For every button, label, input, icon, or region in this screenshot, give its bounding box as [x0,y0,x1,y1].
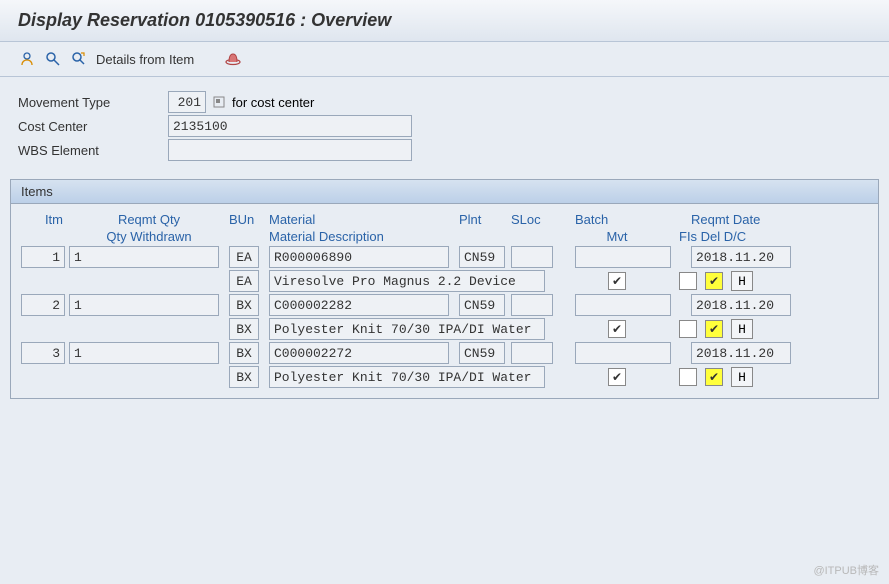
wbs-element-label: WBS Element [18,143,168,158]
qty-field[interactable] [69,342,219,364]
qty-field[interactable] [69,294,219,316]
cost-center-label: Cost Center [18,119,168,134]
table-row [21,342,868,364]
hat-icon[interactable] [224,50,242,68]
batch-field[interactable] [575,342,671,364]
reqmt-date-field[interactable] [691,342,791,364]
table-row: ✔ ✔ H [21,270,868,292]
column-header-row-2: Qty Withdrawn Material Description Mvt F… [21,229,868,244]
items-panel-title: Items [11,180,878,204]
wbs-element-field[interactable] [168,139,412,161]
col-itm: Itm [21,212,69,227]
dc-button[interactable]: H [731,319,753,339]
user-icon[interactable] [18,50,36,68]
items-grid: Itm Reqmt Qty BUn Material Plnt SLoc Bat… [11,204,878,398]
col-fis-del-dc: FIs Del D/C [671,229,781,244]
col-reqmt-date: Reqmt Date [683,212,793,227]
qty-field[interactable] [69,246,219,268]
table-row: ✔ ✔ H [21,366,868,388]
material-field[interactable] [269,294,449,316]
del-checkbox[interactable]: ✔ [705,368,723,386]
toolbar: Details from Item [0,42,889,77]
col-plnt: Plnt [459,212,511,227]
bun2-field[interactable] [229,270,259,292]
sloc-field[interactable] [511,342,553,364]
material-desc-field[interactable] [269,270,545,292]
bun2-field[interactable] [229,366,259,388]
mvt-checkbox[interactable]: ✔ [608,272,626,290]
bun-field[interactable] [229,342,259,364]
movement-type-field[interactable] [168,91,206,113]
material-field[interactable] [269,246,449,268]
items-panel: Items Itm Reqmt Qty BUn Material Plnt SL… [10,179,879,399]
sloc-field[interactable] [511,246,553,268]
reqmt-date-field[interactable] [691,294,791,316]
sloc-field[interactable] [511,294,553,316]
material-field[interactable] [269,342,449,364]
bun2-field[interactable] [229,318,259,340]
plnt-field[interactable] [459,294,505,316]
itm-field[interactable] [21,246,65,268]
dc-button[interactable]: H [731,271,753,291]
cost-center-field[interactable] [168,115,412,137]
bun-field[interactable] [229,246,259,268]
fis-checkbox[interactable] [679,272,697,290]
find-next-icon[interactable] [70,50,88,68]
find-icon[interactable] [44,50,62,68]
material-desc-field[interactable] [269,318,545,340]
plnt-field[interactable] [459,342,505,364]
dc-button[interactable]: H [731,367,753,387]
bun-field[interactable] [229,294,259,316]
reqmt-date-field[interactable] [691,246,791,268]
col-mvt: Mvt [551,229,671,244]
del-checkbox[interactable]: ✔ [705,272,723,290]
f4-help-icon[interactable] [212,95,226,109]
itm-field[interactable] [21,342,65,364]
fis-checkbox[interactable] [679,320,697,338]
itm-field[interactable] [21,294,65,316]
movement-type-label: Movement Type [18,95,168,110]
mvt-checkbox[interactable]: ✔ [608,368,626,386]
plnt-field[interactable] [459,246,505,268]
fis-checkbox[interactable] [679,368,697,386]
col-qty-withdrawn: Qty Withdrawn [69,229,229,244]
details-from-item-button[interactable]: Details from Item [96,52,194,67]
col-bun: BUn [229,212,269,227]
form-area: Movement Type for cost center Cost Cente… [0,77,889,169]
batch-field[interactable] [575,246,671,268]
table-row: ✔ ✔ H [21,318,868,340]
movement-type-text: for cost center [232,95,314,110]
col-material: Material [269,212,459,227]
table-row [21,294,868,316]
column-header-row-1: Itm Reqmt Qty BUn Material Plnt SLoc Bat… [21,212,868,227]
col-reqmt-qty: Reqmt Qty [69,212,229,227]
material-desc-field[interactable] [269,366,545,388]
table-row [21,246,868,268]
page-title: Display Reservation 0105390516 : Overvie… [0,0,889,42]
col-sloc: SLoc [511,212,563,227]
watermark: @ITPUB博客 [813,562,879,578]
col-batch: Batch [563,212,683,227]
mvt-checkbox[interactable]: ✔ [608,320,626,338]
batch-field[interactable] [575,294,671,316]
del-checkbox[interactable]: ✔ [705,320,723,338]
col-material-desc: Material Description [269,229,551,244]
